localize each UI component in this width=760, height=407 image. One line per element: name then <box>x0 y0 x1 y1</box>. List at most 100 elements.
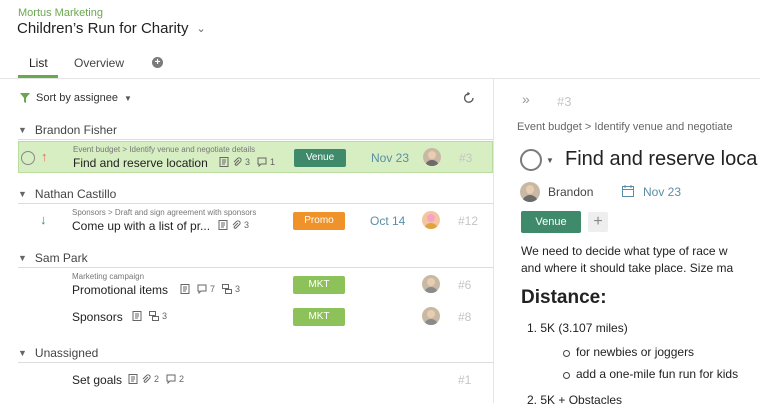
due-date[interactable]: Nov 23 <box>371 151 409 165</box>
bullet-icon <box>563 372 570 379</box>
task-row[interactable]: Set goals 2 2 #1 <box>18 364 493 396</box>
collapse-icon[interactable]: ▼ <box>18 253 27 263</box>
attachment-count: 3 <box>244 220 250 230</box>
tag-venue[interactable]: Venue <box>294 149 346 167</box>
subitem-text: add a one-mile fun run for kids <box>576 367 739 381</box>
task-number: #8 <box>458 310 472 324</box>
sort-dropdown[interactable]: Sort by assignee ▼ <box>20 92 132 104</box>
tag-venue[interactable]: Venue <box>521 211 581 233</box>
task-title[interactable]: Come up with a list of pr... <box>72 219 210 233</box>
description-icon <box>218 220 228 230</box>
description-heading: Distance: <box>521 287 607 308</box>
pane-divider[interactable] <box>493 79 494 403</box>
project-name: Children’s Run for Charity <box>17 20 189 37</box>
add-tab-icon[interactable]: + <box>152 57 163 68</box>
chevron-down-icon[interactable]: ⌄ <box>196 22 205 35</box>
task-row[interactable]: Sponsors 3 MKT #8 <box>18 301 493 333</box>
avatar[interactable] <box>422 275 440 293</box>
tag-promo[interactable]: Promo <box>293 212 345 230</box>
description-icon <box>219 157 229 167</box>
task-description[interactable]: We need to decide what type of race w an… <box>521 243 733 277</box>
attachment-icon <box>232 220 241 229</box>
group-name: Unassigned <box>34 346 99 360</box>
task-row[interactable]: Marketing campaign Promotional items 7 3… <box>18 269 493 301</box>
description-icon <box>128 374 138 384</box>
tag-mkt[interactable]: MKT <box>293 308 345 326</box>
comment-icon <box>197 284 207 294</box>
avatar[interactable] <box>422 307 440 325</box>
refresh-icon[interactable] <box>462 91 476 105</box>
low-priority-icon: ↓ <box>40 212 47 227</box>
attachment-icon <box>233 157 242 166</box>
chevron-down-icon[interactable]: ▼ <box>546 156 554 165</box>
divider <box>18 267 493 268</box>
task-title[interactable]: Set goals <box>72 373 122 387</box>
divider <box>18 139 493 140</box>
add-tag-button[interactable]: + <box>588 212 608 232</box>
task-number: #1 <box>458 373 472 387</box>
list-subitem: for newbies or joggers <box>563 345 695 359</box>
task-title[interactable]: Promotional items <box>72 283 168 297</box>
due-date[interactable]: Oct 14 <box>370 214 405 228</box>
tab-list[interactable]: List <box>29 56 48 70</box>
tag-mkt[interactable]: MKT <box>293 276 345 294</box>
due-date[interactable]: Nov 23 <box>643 185 681 199</box>
sort-label: Sort by assignee <box>36 92 118 104</box>
complete-checkbox[interactable] <box>520 149 542 171</box>
task-row[interactable]: ↑ Event budget > Identify venue and nego… <box>18 141 493 173</box>
task-title[interactable]: Sponsors <box>72 310 123 324</box>
active-tab-indicator <box>18 75 58 78</box>
group-header[interactable]: ▼ Nathan Castillo <box>18 187 116 201</box>
attachment-count: 3 <box>245 157 251 167</box>
collapse-icon[interactable]: ▼ <box>18 125 27 135</box>
task-breadcrumb: Sponsors > Draft and sign agreement with… <box>72 208 257 217</box>
subtask-icon <box>149 311 159 321</box>
assignee-name[interactable]: Brandon <box>548 185 593 199</box>
chevron-down-icon: ▼ <box>123 93 132 103</box>
divider <box>18 203 493 204</box>
collapse-icon[interactable]: ▼ <box>18 189 27 199</box>
task-meta: 3 1 <box>219 157 275 167</box>
group-name: Nathan Castillo <box>34 187 117 201</box>
task-number: #3 <box>459 151 473 165</box>
comment-count: 7 <box>210 284 216 294</box>
task-breadcrumb[interactable]: Event budget > Identify venue and negoti… <box>517 121 733 133</box>
subtask-count: 3 <box>235 284 241 294</box>
task-number: #6 <box>458 278 472 292</box>
avatar[interactable] <box>520 182 540 202</box>
complete-checkbox[interactable] <box>21 151 35 165</box>
list-item: 1. 5K (3.107 miles) <box>527 321 628 335</box>
task-title[interactable]: Find and reserve location <box>73 156 208 170</box>
attachment-count: 2 <box>154 374 160 384</box>
avatar[interactable] <box>422 211 440 229</box>
group-header[interactable]: ▼ Unassigned <box>18 346 98 360</box>
list-subitem: add a one-mile fun run for kids <box>563 367 739 381</box>
group-header[interactable]: ▼ Brandon Fisher <box>18 123 117 137</box>
group-name: Brandon Fisher <box>34 123 117 137</box>
subtask-icon <box>222 284 233 294</box>
description-line: We need to decide what type of race w <box>521 244 728 258</box>
comment-count: 2 <box>179 374 185 384</box>
bullet-icon <box>563 350 570 357</box>
subtask-count: 3 <box>162 311 168 321</box>
divider <box>18 362 493 363</box>
subitem-text: for newbies or joggers <box>576 345 695 359</box>
comment-icon <box>257 157 267 167</box>
tab-overview[interactable]: Overview <box>74 56 124 70</box>
task-meta: 2 2 <box>128 374 184 384</box>
project-title[interactable]: Children’s Run for Charity ⌄ <box>17 20 206 37</box>
task-breadcrumb: Marketing campaign <box>72 272 145 281</box>
task-meta: 3 <box>218 220 249 230</box>
group-header[interactable]: ▼ Sam Park <box>18 251 88 265</box>
expand-icon[interactable]: » <box>522 91 530 107</box>
task-meta: 3 <box>132 311 167 321</box>
calendar-icon <box>622 185 634 197</box>
organization-name[interactable]: Mortus Marketing <box>18 7 103 19</box>
task-breadcrumb: Event budget > Identify venue and negoti… <box>73 145 256 154</box>
task-title[interactable]: Find and reserve loca <box>565 148 757 171</box>
comment-count: 1 <box>270 157 276 167</box>
task-row[interactable]: ↓ Sponsors > Draft and sign agreement wi… <box>18 205 493 237</box>
collapse-icon[interactable]: ▼ <box>18 348 27 358</box>
avatar[interactable] <box>423 148 441 166</box>
description-icon <box>180 284 190 294</box>
